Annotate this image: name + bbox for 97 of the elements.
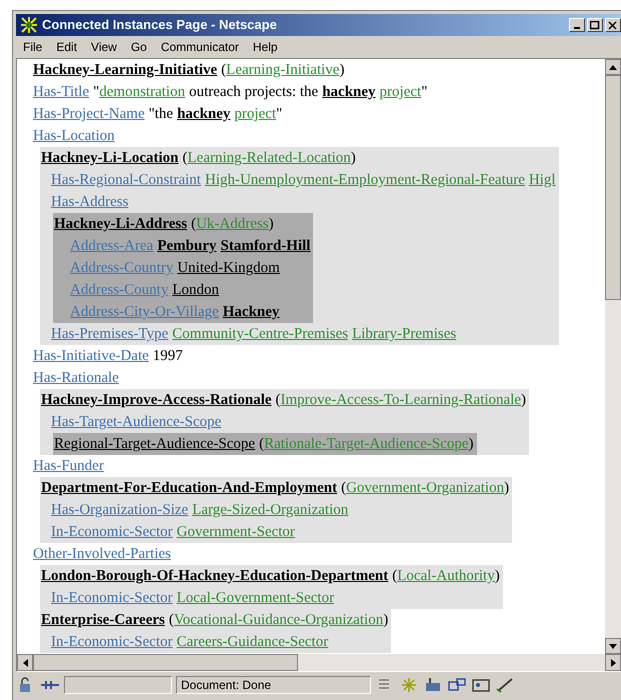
plain-text: ) bbox=[350, 150, 356, 166]
property-link[interactable]: Has-Address bbox=[51, 194, 128, 210]
property-link[interactable]: Address-Country bbox=[70, 260, 174, 276]
address-card-icon[interactable] bbox=[471, 677, 491, 693]
value-text: United-Kingdom bbox=[176, 260, 280, 276]
property-link[interactable]: Address-County bbox=[70, 282, 168, 298]
plain-text: ( bbox=[340, 480, 346, 496]
menu-item[interactable]: Help bbox=[252, 38, 278, 56]
plain-text: ) bbox=[468, 436, 474, 452]
plain-text: ) bbox=[494, 568, 500, 584]
class-link[interactable]: Learning-Initiative bbox=[226, 62, 340, 78]
close-button[interactable] bbox=[605, 18, 621, 32]
instance-link[interactable]: London-Borough-Of-Hackney-Education-Department bbox=[41, 568, 388, 584]
property-link[interactable]: Has-Funder bbox=[33, 458, 104, 474]
property-link[interactable]: Has-Premises-Type bbox=[51, 326, 168, 342]
class-link[interactable]: High-Unemployment-Employment-Regional-Feature bbox=[200, 172, 525, 188]
class-link[interactable]: Library-Premises bbox=[348, 326, 456, 342]
plain-text: "the bbox=[148, 106, 174, 122]
property-link[interactable]: In-Economic-Sector bbox=[51, 524, 173, 540]
plain-text: ) bbox=[383, 612, 388, 628]
value-text: hackney bbox=[321, 84, 376, 100]
minimize-button[interactable] bbox=[569, 18, 585, 32]
class-link[interactable]: Government-Organization bbox=[346, 480, 504, 496]
instance-link[interactable]: Hackney-Learning-Initiative bbox=[33, 62, 218, 78]
class-link[interactable]: Community-Centre-Premises bbox=[168, 326, 348, 342]
scroll-left-icon[interactable] bbox=[22, 658, 28, 666]
instance-link[interactable]: Enterprise-Careers bbox=[41, 612, 165, 628]
plain-text: ( bbox=[168, 612, 174, 628]
plain-text: ( bbox=[391, 568, 398, 584]
maximize-button[interactable] bbox=[587, 18, 603, 32]
horizontal-scrollbar[interactable] bbox=[17, 654, 621, 671]
menu-item[interactable]: Go bbox=[130, 38, 147, 56]
property-link[interactable]: In-Economic-Sector bbox=[51, 590, 173, 606]
menu-item[interactable]: View bbox=[91, 38, 117, 56]
minimize-icon bbox=[574, 26, 580, 28]
plain-text: ( bbox=[220, 62, 226, 78]
class-link[interactable]: project bbox=[376, 84, 422, 100]
class-link[interactable]: Large-Sized-Organization bbox=[188, 502, 348, 518]
plain-text: " bbox=[276, 106, 282, 122]
property-link[interactable]: Address-Area bbox=[70, 238, 154, 254]
plain-text: " bbox=[421, 84, 428, 100]
plain-text: ( bbox=[258, 436, 264, 452]
plain-text: ( bbox=[182, 150, 188, 166]
class-link[interactable]: Local-Government-Sector bbox=[172, 590, 334, 606]
value-text: Regional-Target-Audience-Scope bbox=[54, 436, 256, 452]
property-link[interactable]: Has-Organization-Size bbox=[51, 502, 188, 518]
menu-item[interactable]: Edit bbox=[56, 38, 78, 56]
plain-text: " bbox=[92, 84, 100, 100]
plain-text: ) bbox=[339, 62, 344, 78]
instance-link[interactable]: Department-For-Education-And-Employment bbox=[41, 480, 338, 496]
property-link[interactable]: Has-Initiative-Date bbox=[33, 348, 149, 364]
class-link[interactable]: Vocational-Guidance-Organization bbox=[174, 612, 384, 628]
menu-item[interactable]: File bbox=[23, 38, 42, 56]
plain-text: ) bbox=[521, 392, 526, 408]
class-link[interactable]: demonstration bbox=[99, 84, 186, 100]
plain-text: 1997 bbox=[152, 348, 183, 364]
vertical-scrollbar[interactable] bbox=[605, 59, 621, 654]
class-link[interactable]: Local-Authority bbox=[397, 568, 495, 584]
window-title: Connected Instances Page - Netscape bbox=[42, 16, 277, 34]
status-text: Document: Done bbox=[181, 677, 272, 694]
instance-link[interactable]: Hackney-Li-Address bbox=[54, 216, 188, 232]
app-icon bbox=[20, 16, 38, 34]
value-text: Hackney bbox=[222, 304, 280, 320]
property-link[interactable]: Has-Target-Audience-Scope bbox=[51, 414, 222, 430]
plain-text: ( bbox=[274, 392, 281, 408]
property-link[interactable]: Other-Involved-Parties bbox=[33, 546, 171, 562]
plain-text: outreach projects: the bbox=[188, 84, 318, 100]
scroll-right-icon[interactable] bbox=[610, 658, 616, 666]
property-link[interactable]: Has-Location bbox=[33, 128, 115, 144]
plain-text: ) bbox=[504, 480, 510, 496]
property-link[interactable]: Has-Regional-Constraint bbox=[51, 172, 201, 188]
menu-item[interactable]: Communicator bbox=[160, 38, 239, 56]
class-link[interactable]: Careers-Guidance-Sector bbox=[172, 634, 328, 650]
chat-icon[interactable] bbox=[447, 677, 467, 693]
value-text: Pembury bbox=[156, 238, 216, 254]
class-link[interactable]: Learning-Related-Location bbox=[188, 150, 351, 166]
pen-icon[interactable] bbox=[495, 677, 515, 693]
plain-text: ( bbox=[190, 216, 196, 232]
class-link[interactable]: Improve-Access-To-Learning-Rationale bbox=[280, 392, 522, 408]
class-link[interactable]: Higl bbox=[524, 172, 556, 188]
maximize-icon bbox=[590, 20, 600, 30]
value-text: Stamford-Hill bbox=[219, 238, 310, 254]
class-link[interactable]: Government-Sector bbox=[172, 524, 295, 540]
value-text: hackney bbox=[176, 106, 230, 122]
close-icon bbox=[608, 20, 618, 30]
instance-link[interactable]: Hackney-Improve-Access-Rationale bbox=[41, 392, 272, 408]
property-link[interactable]: Address-City-Or-Village bbox=[70, 304, 219, 320]
scroll-down-icon[interactable] bbox=[609, 644, 618, 648]
instance-link[interactable]: Hackney-Li-Location bbox=[41, 150, 178, 166]
value-text: London bbox=[171, 282, 219, 298]
property-link[interactable]: In-Economic-Sector bbox=[51, 634, 173, 650]
plain-text: ) bbox=[268, 216, 274, 232]
property-link[interactable]: Has-Title bbox=[33, 84, 90, 100]
property-link[interactable]: Has-Rationale bbox=[33, 370, 119, 386]
class-link[interactable]: project bbox=[230, 106, 276, 122]
property-link[interactable]: Has-Project-Name bbox=[33, 106, 145, 122]
scroll-up-icon[interactable] bbox=[609, 64, 618, 70]
